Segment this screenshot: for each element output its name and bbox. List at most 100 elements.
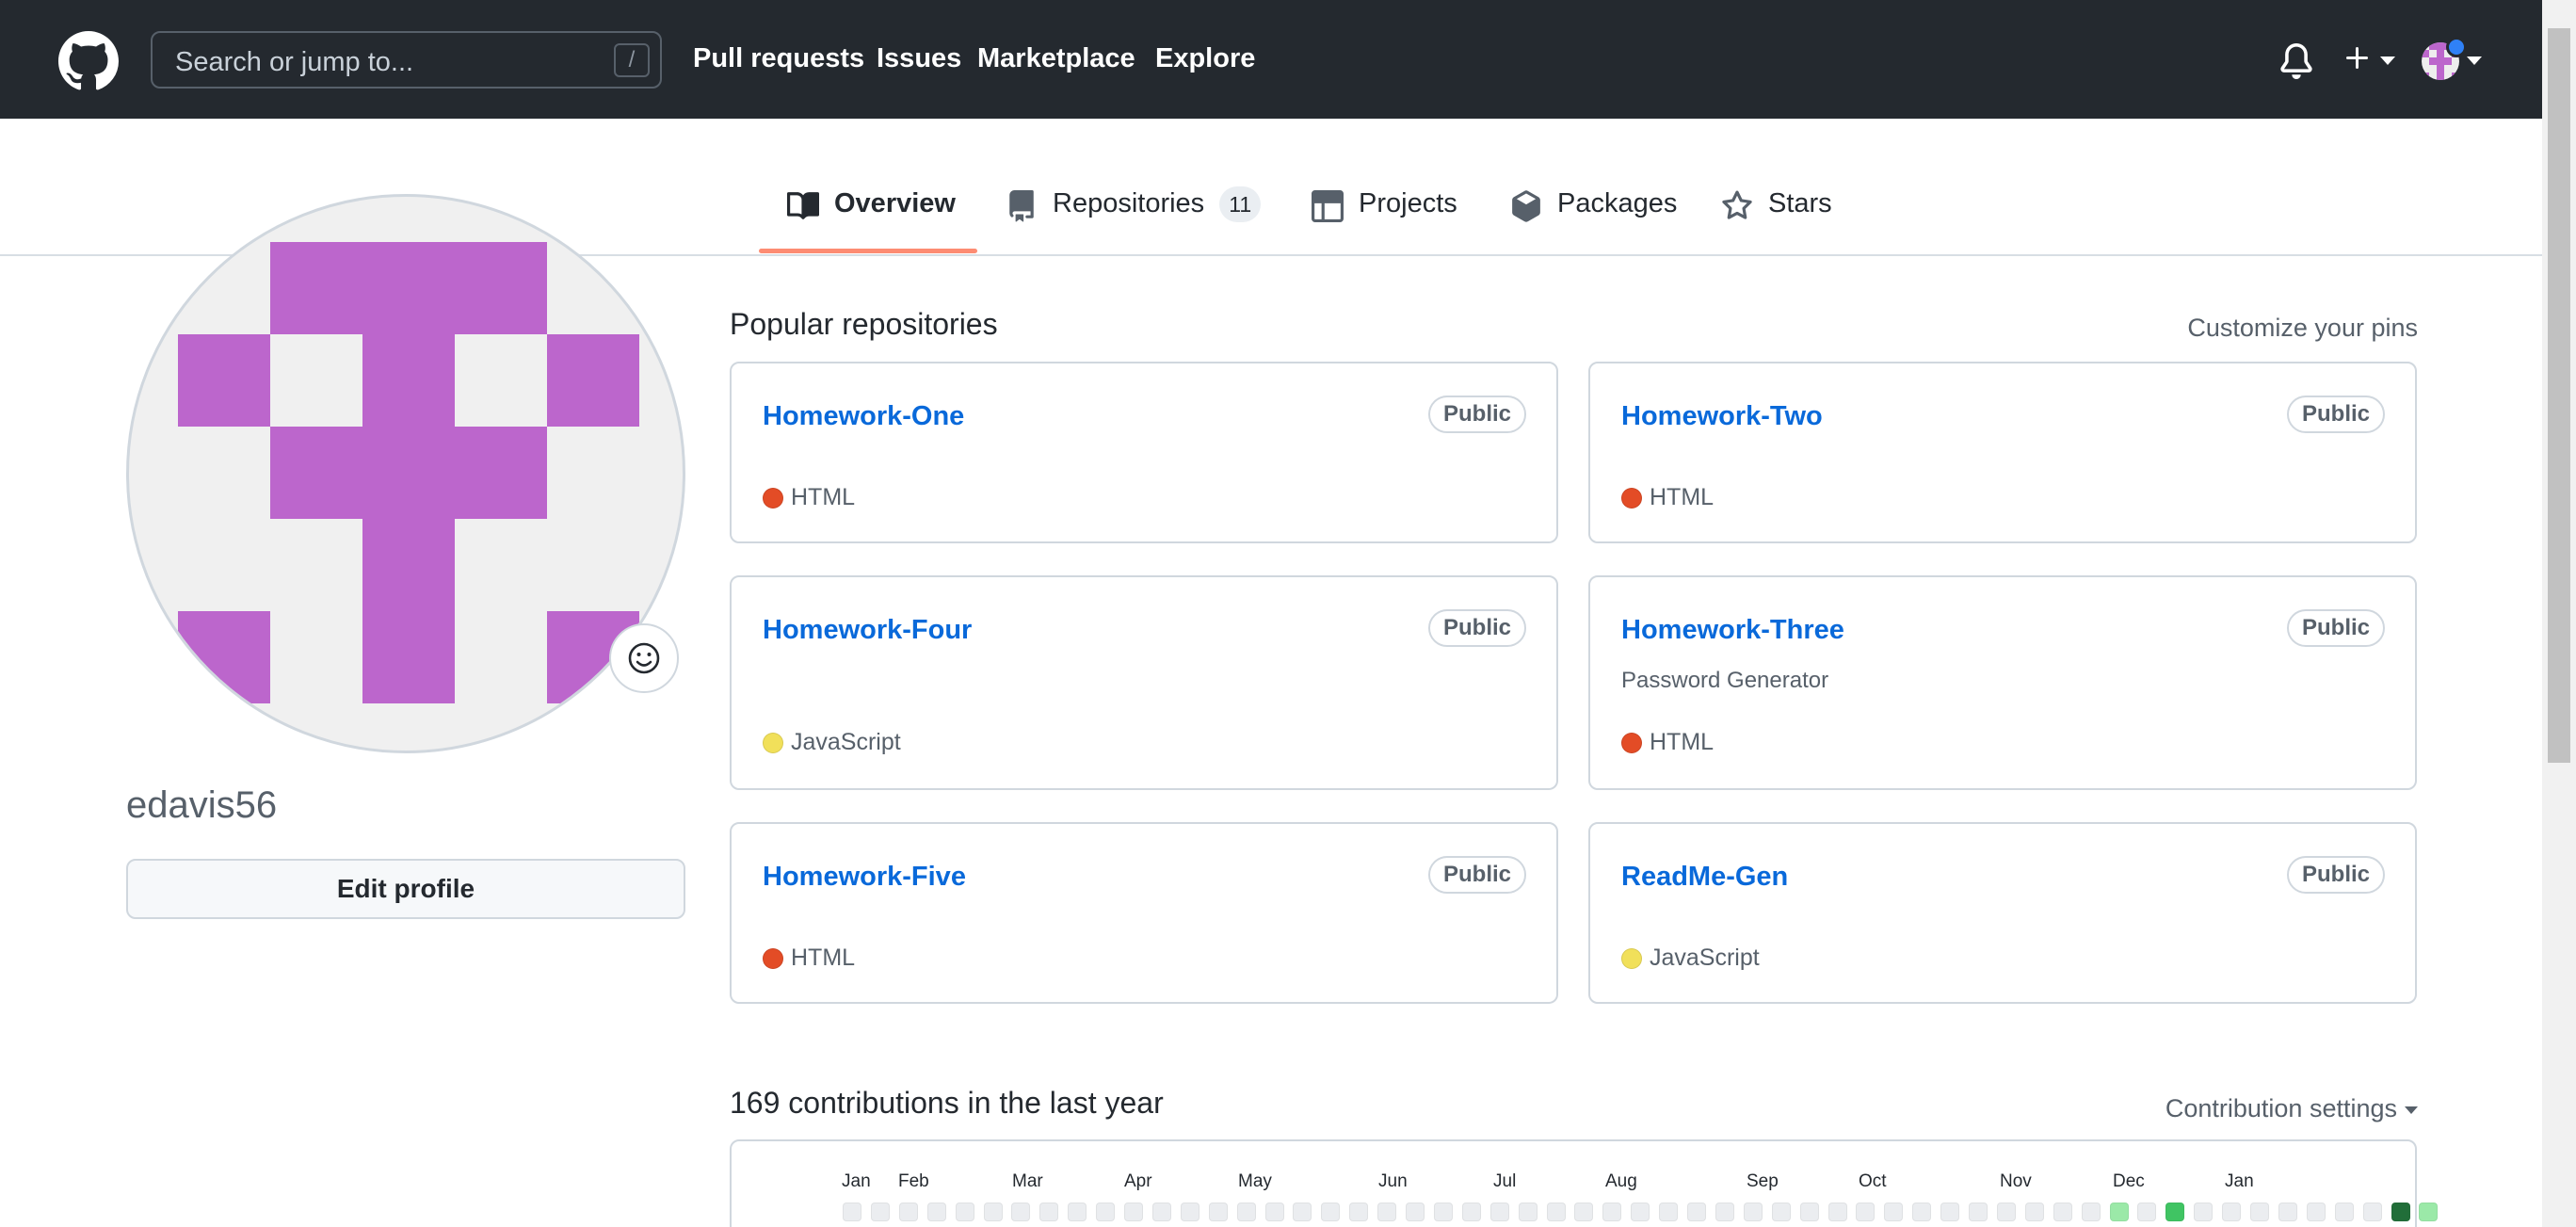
- edit-profile-button[interactable]: Edit profile: [126, 859, 685, 919]
- contribution-day-cell[interactable]: [1151, 1203, 1171, 1221]
- search-input[interactable]: Search or jump to... /: [151, 31, 662, 89]
- contribution-day-cell[interactable]: [870, 1203, 890, 1221]
- contribution-day-cell[interactable]: [2306, 1203, 2326, 1221]
- contribution-day-cell[interactable]: [1068, 1203, 1087, 1221]
- contribution-day-cell[interactable]: [898, 1203, 918, 1221]
- contribution-day-cell[interactable]: [2222, 1203, 2242, 1221]
- repo-name-link[interactable]: Homework-One: [763, 401, 964, 432]
- month-label: Sep: [1747, 1171, 1779, 1191]
- contribution-day-cell[interactable]: [2165, 1203, 2185, 1221]
- contribution-day-cell[interactable]: [2419, 1203, 2439, 1221]
- contribution-day-cell[interactable]: [1771, 1203, 1791, 1221]
- tab-packages[interactable]: Packages: [1510, 188, 1677, 256]
- contribution-day-cell[interactable]: [2334, 1203, 2354, 1221]
- contribution-day-cell[interactable]: [926, 1203, 946, 1221]
- contribution-day-cell[interactable]: [1715, 1203, 1734, 1221]
- customize-pins-link[interactable]: Customize your pins: [2187, 314, 2418, 343]
- contribution-day-cell[interactable]: [2278, 1203, 2297, 1221]
- contribution-day-cell[interactable]: [983, 1203, 1003, 1221]
- tab-stars[interactable]: Stars: [1721, 188, 1832, 256]
- pinned-repo-card: Homework-Five Public HTML: [730, 822, 1558, 1004]
- contribution-day-cell[interactable]: [1940, 1203, 1960, 1221]
- repo-language-label: HTML: [1650, 729, 1715, 755]
- nav-pull-requests[interactable]: Pull requests: [693, 43, 864, 74]
- contribution-day-cell[interactable]: [2053, 1203, 2072, 1221]
- contribution-day-cell[interactable]: [1096, 1203, 1116, 1221]
- repo-description: Password Generator: [1621, 668, 1829, 693]
- package-icon: [1512, 190, 1540, 222]
- tab-stars-label: Stars: [1768, 188, 1832, 218]
- set-status-button[interactable]: [609, 623, 679, 693]
- repo-name-link[interactable]: ReadMe-Gen: [1621, 862, 1788, 893]
- contribution-day-cell[interactable]: [1011, 1203, 1031, 1221]
- github-logo-icon[interactable]: [58, 31, 119, 91]
- contribution-day-cell[interactable]: [1489, 1203, 1509, 1221]
- contribution-day-cell[interactable]: [2194, 1203, 2214, 1221]
- repo-name-link[interactable]: Homework-Five: [763, 862, 966, 893]
- contribution-day-cell[interactable]: [1208, 1203, 1228, 1221]
- contribution-day-cell[interactable]: [1659, 1203, 1679, 1221]
- contribution-day-cell[interactable]: [1180, 1203, 1199, 1221]
- nav-explore[interactable]: Explore: [1155, 43, 1255, 74]
- profile-avatar[interactable]: [126, 194, 685, 753]
- language-color-dot: [763, 947, 783, 969]
- tab-overview[interactable]: Overview: [787, 188, 956, 256]
- contribution-day-cell[interactable]: [1996, 1203, 2016, 1221]
- contribution-settings-dropdown[interactable]: Contribution settings: [2165, 1094, 2418, 1123]
- contribution-day-cell[interactable]: [1743, 1203, 1763, 1221]
- contribution-day-cell[interactable]: [1236, 1203, 1256, 1221]
- contribution-day-cell[interactable]: [1912, 1203, 1932, 1221]
- contribution-day-cell[interactable]: [1827, 1203, 1847, 1221]
- contribution-day-cell[interactable]: [2081, 1203, 2101, 1221]
- tab-repositories[interactable]: Repositories 11: [1006, 186, 1262, 256]
- contribution-day-cell[interactable]: [1631, 1203, 1650, 1221]
- avatar-caret-icon[interactable]: [2467, 57, 2482, 65]
- contribution-day-cell[interactable]: [1884, 1203, 1904, 1221]
- contribution-day-cell[interactable]: [2362, 1203, 2382, 1221]
- contribution-day-cell[interactable]: [1039, 1203, 1059, 1221]
- contribution-day-cell[interactable]: [2109, 1203, 2129, 1221]
- month-label: May: [1238, 1171, 1272, 1191]
- repo-name-link[interactable]: Homework-Three: [1621, 615, 1844, 646]
- contribution-day-cell[interactable]: [1546, 1203, 1566, 1221]
- contribution-day-cell[interactable]: [955, 1203, 974, 1221]
- contribution-day-cell[interactable]: [1124, 1203, 1143, 1221]
- contribution-day-cell[interactable]: [2391, 1203, 2410, 1221]
- contribution-day-cell[interactable]: [1687, 1203, 1706, 1221]
- nav-issues[interactable]: Issues: [877, 43, 961, 74]
- contribution-day-cell[interactable]: [1799, 1203, 1819, 1221]
- nav-marketplace[interactable]: Marketplace: [977, 43, 1135, 74]
- contribution-day-cell[interactable]: [2137, 1203, 2157, 1221]
- scrollbar-thumb[interactable]: [2548, 28, 2570, 763]
- contribution-day-cell[interactable]: [1518, 1203, 1538, 1221]
- repo-name-link[interactable]: Homework-Four: [763, 615, 972, 646]
- star-icon: [1722, 190, 1752, 219]
- contribution-day-cell[interactable]: [2024, 1203, 2044, 1221]
- contribution-day-cell[interactable]: [1461, 1203, 1481, 1221]
- contribution-day-cell[interactable]: [1969, 1203, 1988, 1221]
- contribution-day-cell[interactable]: [1856, 1203, 1876, 1221]
- notification-dot: [2446, 37, 2467, 57]
- repo-language: HTML: [1621, 484, 1714, 511]
- plus-icon[interactable]: [2343, 42, 2373, 74]
- contribution-day-cell[interactable]: [1377, 1203, 1397, 1221]
- contribution-day-cell[interactable]: [1433, 1203, 1453, 1221]
- contribution-day-cell[interactable]: [1574, 1203, 1594, 1221]
- contribution-day-cell[interactable]: [2250, 1203, 2269, 1221]
- month-label: Feb: [898, 1171, 929, 1191]
- contribution-day-cell[interactable]: [1293, 1203, 1312, 1221]
- create-caret-icon[interactable]: [2380, 57, 2395, 65]
- tab-projects-label: Projects: [1359, 188, 1457, 218]
- contribution-day-cell[interactable]: [1264, 1203, 1284, 1221]
- contribution-day-cell[interactable]: [1602, 1203, 1622, 1221]
- bell-icon[interactable]: [2278, 42, 2314, 80]
- contribution-day-cell[interactable]: [843, 1203, 861, 1221]
- contribution-day-cell[interactable]: [1321, 1203, 1341, 1221]
- repo-name-link[interactable]: Homework-Two: [1621, 401, 1823, 432]
- contribution-day-cell[interactable]: [1406, 1203, 1425, 1221]
- month-label: Jan: [2225, 1171, 2254, 1191]
- pinned-repo-card: Homework-Three Public Password Generator HT…: [1588, 575, 2417, 790]
- scrollbar[interactable]: [2542, 0, 2576, 1227]
- tab-projects[interactable]: Projects: [1312, 188, 1457, 256]
- contribution-day-cell[interactable]: [1349, 1203, 1369, 1221]
